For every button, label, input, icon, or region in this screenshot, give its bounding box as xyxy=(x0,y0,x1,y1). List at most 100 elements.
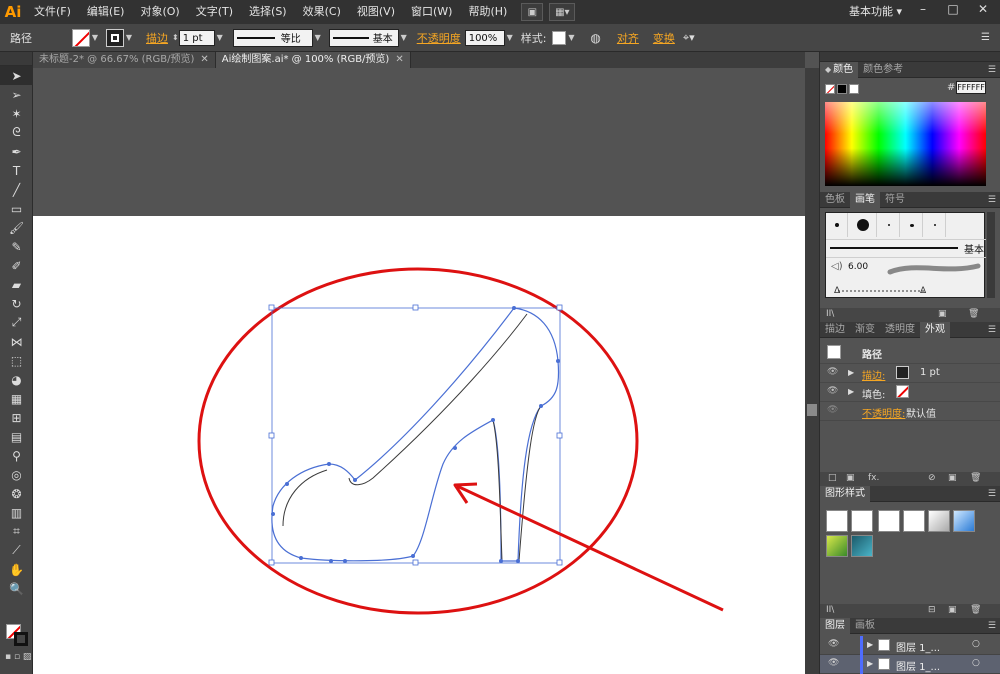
tab-swatches[interactable]: 色板 xyxy=(820,192,850,208)
brush-basic[interactable]: 基本 xyxy=(826,239,986,256)
tab-color[interactable]: ◆ 颜色 xyxy=(820,62,859,78)
color-spectrum[interactable] xyxy=(825,102,986,186)
brush-art-stroke[interactable]: ◁) 6.00 xyxy=(826,257,986,279)
expand-triangle-icon[interactable]: ▶ xyxy=(867,659,873,668)
eye-icon[interactable]: 👁 xyxy=(827,386,838,396)
lasso-tool-icon[interactable]: ᘓ xyxy=(0,123,33,142)
direct-selection-tool-icon[interactable]: ➢ xyxy=(0,85,33,104)
tab-color-guide[interactable]: 颜色参考 xyxy=(858,62,908,78)
artboard-tool-icon[interactable]: ⌗ xyxy=(0,522,33,541)
tools-panel-header[interactable] xyxy=(0,52,32,66)
panel-menu-icon[interactable]: ☰ xyxy=(988,62,996,78)
eye-icon[interactable]: 👁 xyxy=(828,658,839,668)
target-circle-icon[interactable]: ○ xyxy=(972,658,980,668)
style-white[interactable] xyxy=(878,510,900,532)
style-none[interactable] xyxy=(851,510,873,532)
panel-menu-icon[interactable]: ☰ xyxy=(988,322,996,338)
eye-icon[interactable]: 👁 xyxy=(827,405,838,415)
type-tool-icon[interactable]: T xyxy=(0,161,33,180)
transform-link[interactable]: 变换 xyxy=(649,30,679,46)
selection-bounding-box[interactable] xyxy=(271,307,561,564)
eraser-tool-icon[interactable]: ▰ xyxy=(0,275,33,294)
chevron-down-icon[interactable]: ▼ xyxy=(399,33,409,42)
shape-builder-tool-icon[interactable]: ◕ xyxy=(0,370,33,389)
hex-input[interactable]: FFFFFF xyxy=(956,81,986,94)
tab-layers[interactable]: 图层 xyxy=(820,618,850,634)
slice-tool-icon[interactable]: ⟋ xyxy=(0,541,33,560)
style-blue-gradient[interactable] xyxy=(953,510,975,532)
workspace-switcher[interactable]: 基本功能 ▾ xyxy=(849,3,902,21)
tab-gradient[interactable]: 渐变 xyxy=(850,322,880,338)
brush-definition[interactable]: 基本 xyxy=(328,28,399,47)
style-gray-gradient[interactable] xyxy=(928,510,950,532)
color-mode-icons[interactable]: ▪ ▫ ▨ xyxy=(5,652,31,662)
add-fill-icon[interactable]: ▣ xyxy=(846,473,855,483)
clear-appearance-icon[interactable]: ⊘ xyxy=(928,473,936,483)
arrange-documents-icon[interactable]: ▦▾ xyxy=(549,3,576,21)
gradient-tool-icon[interactable]: ▤ xyxy=(0,427,33,446)
artwork[interactable] xyxy=(33,216,805,674)
zoom-tool-icon[interactable]: 🔍 xyxy=(0,579,33,598)
opacity-label[interactable]: 不透明度: xyxy=(862,405,905,420)
eye-icon[interactable]: 👁 xyxy=(827,367,838,377)
line-tool-icon[interactable]: ╱ xyxy=(0,180,33,199)
isolate-icon[interactable]: ⌖▾ xyxy=(683,31,695,45)
expand-triangle-icon[interactable]: ▶ xyxy=(848,387,854,396)
opacity-link[interactable]: 不透明度 xyxy=(413,30,465,46)
maximize-button[interactable]: □ xyxy=(938,0,968,18)
opacity-input[interactable]: 100% xyxy=(464,29,505,46)
menu-object[interactable]: 对象(O) xyxy=(132,0,187,24)
add-stroke-icon[interactable]: □ xyxy=(828,473,837,483)
expand-triangle-icon[interactable]: ▶ xyxy=(848,368,854,377)
tab-brushes[interactable]: 画笔 xyxy=(850,192,880,208)
style-green-texture[interactable] xyxy=(826,535,848,557)
eyedropper-tool-icon[interactable]: ⚲ xyxy=(0,446,33,465)
chevron-down-icon[interactable]: ▼ xyxy=(566,33,576,42)
close-icon[interactable]: ✕ xyxy=(395,52,403,68)
magic-wand-tool-icon[interactable]: ✶ xyxy=(0,104,33,123)
brush-scrollbar[interactable] xyxy=(987,212,995,298)
tab-appearance[interactable]: 外观 xyxy=(920,322,950,338)
canvas-area[interactable] xyxy=(33,68,805,674)
hand-tool-icon[interactable]: ✋ xyxy=(0,560,33,579)
tab-artboards[interactable]: 画板 xyxy=(850,618,880,634)
menu-effect[interactable]: 效果(C) xyxy=(295,0,349,24)
tab-symbols[interactable]: 符号 xyxy=(880,192,910,208)
panel-menu-icon[interactable]: ☰ xyxy=(988,618,996,634)
white-swatch[interactable] xyxy=(849,84,859,94)
duplicate-item-icon[interactable]: ▣ xyxy=(948,473,957,483)
canvas-vertical-scrollbar[interactable] xyxy=(805,68,819,674)
brush-oval[interactable] xyxy=(901,213,923,237)
black-swatch[interactable] xyxy=(837,84,847,94)
stroke-swatch[interactable] xyxy=(106,28,124,47)
layer-name[interactable]: 图层 1_... xyxy=(896,639,940,654)
chevron-down-icon[interactable]: ▼ xyxy=(124,33,134,42)
menu-type[interactable]: 文字(T) xyxy=(188,0,241,24)
break-link-icon[interactable]: ⊟ xyxy=(928,605,936,615)
graphic-style-swatch[interactable] xyxy=(552,30,567,45)
style-default[interactable] xyxy=(826,510,848,532)
rotate-tool-icon[interactable]: ↻ xyxy=(0,294,33,313)
tab-graphic-styles[interactable]: 图形样式 xyxy=(820,486,870,502)
target-circle-icon[interactable]: ○ xyxy=(972,639,980,649)
brush-dot-small[interactable] xyxy=(924,213,946,237)
menu-view[interactable]: 视图(V) xyxy=(349,0,403,24)
delete-icon[interactable]: 🗑 xyxy=(968,309,979,319)
none-swatch[interactable] xyxy=(825,84,835,94)
chevron-down-icon[interactable]: ▼ xyxy=(505,33,515,42)
fill-none-swatch[interactable] xyxy=(896,385,909,398)
delete-icon[interactable]: 🗑 xyxy=(970,605,981,615)
new-brush-icon[interactable]: ▣ xyxy=(938,309,947,319)
bounding-box-handles[interactable] xyxy=(268,304,563,566)
expand-triangle-icon[interactable]: ▶ xyxy=(867,640,873,649)
fill-stroke-indicator[interactable] xyxy=(4,624,30,648)
panel-menu-icon[interactable]: ☰ xyxy=(988,486,996,502)
symbol-sprayer-tool-icon[interactable]: ❂ xyxy=(0,484,33,503)
menu-edit[interactable]: 编辑(E) xyxy=(79,0,133,24)
scale-tool-icon[interactable]: ⤢ xyxy=(0,313,33,332)
artboard[interactable] xyxy=(33,216,805,674)
tab-untitled-2[interactable]: 未标题-2* @ 66.67% (RGB/预览) ✕ xyxy=(33,52,216,68)
layer-row[interactable]: 👁 ▶ 图层 1_... ○ xyxy=(820,655,1000,674)
stroke-weight-value[interactable]: 1 pt xyxy=(920,367,940,378)
column-graph-tool-icon[interactable]: ▥ xyxy=(0,503,33,522)
